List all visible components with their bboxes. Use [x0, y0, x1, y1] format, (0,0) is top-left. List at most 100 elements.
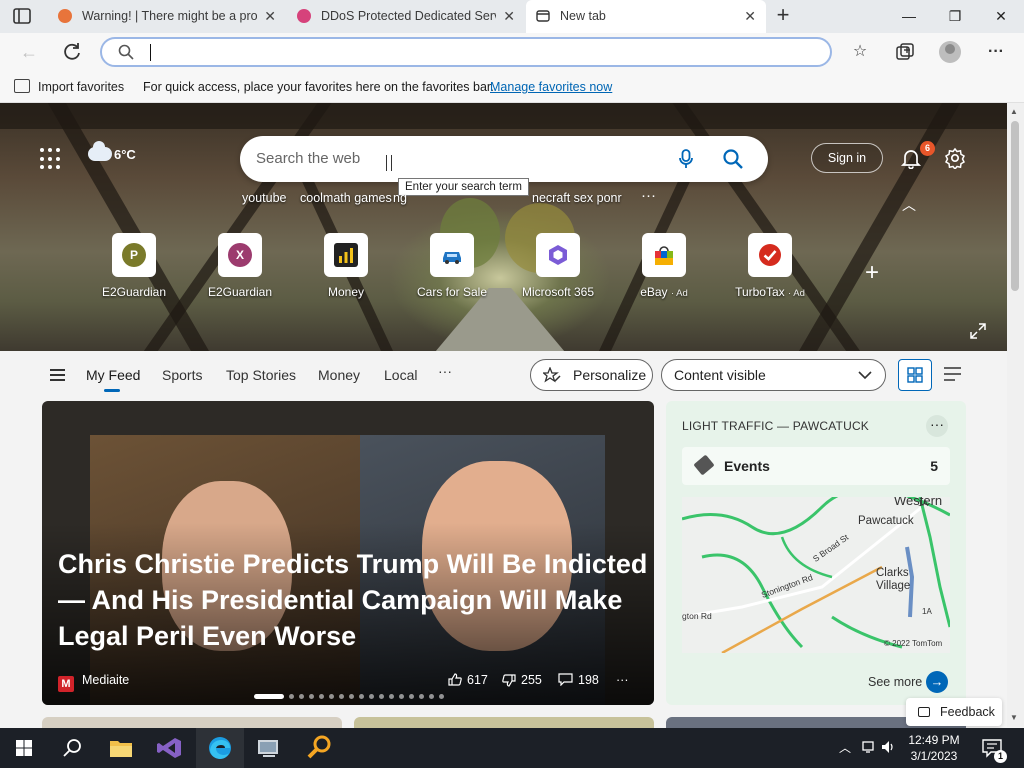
taskbar-clock[interactable]: 12:49 PM 3/1/2023 [898, 732, 970, 764]
scrollbar-thumb[interactable] [1011, 121, 1019, 291]
trending-search[interactable]: necraft sex ponr [532, 191, 622, 205]
quick-link[interactable]: Money [291, 233, 401, 303]
quick-link[interactable]: TurboTax · Ad [715, 233, 825, 303]
list-layout-button[interactable] [936, 359, 970, 391]
see-more-link[interactable]: See more [868, 675, 922, 689]
article-headline[interactable]: Chris Christie Predicts Trump Will Be In… [58, 546, 648, 654]
import-favorites-button[interactable]: Import favorites [14, 78, 124, 96]
tab-local[interactable]: Local [384, 367, 417, 383]
more-tabs-icon[interactable]: ··· [438, 363, 452, 379]
show-hidden-icons-chevron[interactable]: ︿ [839, 739, 851, 756]
taskbar-search-icon[interactable] [48, 728, 96, 768]
close-window-button[interactable]: ✕ [978, 0, 1024, 33]
traffic-card[interactable]: LIGHT TRAFFIC — PAWCATUCK ··· Events 5 W… [666, 401, 966, 705]
carousel-dot[interactable] [399, 694, 404, 699]
traffic-map[interactable]: Western Pawcatuck Clarks Village 1A 1A S… [682, 497, 950, 653]
favorites-star-icon[interactable]: ☆ [848, 40, 872, 64]
grid-layout-button[interactable] [898, 359, 932, 391]
new-tab-button[interactable]: + [772, 4, 794, 27]
trending-search[interactable]: coolmath games [300, 191, 392, 205]
tab-top-stories[interactable]: Top Stories [226, 367, 296, 383]
arrow-right-icon[interactable]: → [926, 671, 948, 693]
sign-in-button[interactable]: Sign in [811, 143, 883, 173]
search-submit-icon[interactable] [722, 148, 744, 170]
dislike-button[interactable]: 255 [502, 673, 542, 687]
tab-ddos[interactable]: DDoS Protected Dedicated Serve ✕ [287, 0, 525, 33]
address-input[interactable] [148, 42, 808, 62]
carousel-dot[interactable] [254, 694, 284, 699]
quick-link[interactable]: eBay · Ad [609, 233, 719, 303]
quick-link[interactable]: X E2Guardian [185, 233, 295, 303]
traffic-more-icon[interactable]: ··· [926, 415, 948, 437]
carousel-dot[interactable] [339, 694, 344, 699]
carousel-dot[interactable] [319, 694, 324, 699]
trending-more-icon[interactable]: ··· [641, 187, 656, 204]
carousel-dot[interactable] [289, 694, 294, 699]
carousel-dot[interactable] [429, 694, 434, 699]
app-launcher-icon[interactable] [40, 148, 62, 170]
tab-actions-icon[interactable] [12, 7, 32, 25]
carousel-dot[interactable] [359, 694, 364, 699]
tab-money[interactable]: Money [318, 367, 360, 383]
trending-search[interactable]: ng [393, 191, 407, 205]
quick-link[interactable]: Microsoft 365 [503, 233, 613, 303]
settings-gear-icon[interactable] [944, 147, 966, 169]
tab-sports[interactable]: Sports [162, 367, 202, 383]
network-icon[interactable] [862, 739, 878, 755]
close-tab-icon[interactable]: ✕ [744, 0, 756, 33]
comments-button[interactable]: 198 [558, 673, 599, 687]
carousel-dot[interactable] [419, 694, 424, 699]
collections-icon[interactable] [893, 40, 917, 64]
content-visibility-dropdown[interactable]: Content visible [661, 359, 886, 391]
quick-link[interactable]: P E2Guardian [79, 233, 189, 303]
search-tool-icon[interactable] [295, 728, 343, 768]
carousel-dot[interactable] [369, 694, 374, 699]
manage-favorites-link[interactable]: Manage favorites now [490, 78, 612, 96]
feedback-button[interactable]: Feedback [906, 698, 1002, 726]
refresh-button[interactable] [59, 39, 85, 65]
personalize-button[interactable]: Personalize [530, 359, 653, 391]
network-app-icon[interactable] [245, 728, 293, 768]
hamburger-menu-icon[interactable] [50, 369, 65, 381]
weather-widget[interactable]: 6°C [88, 141, 136, 162]
like-button[interactable]: 617 [448, 673, 488, 687]
scroll-up-icon[interactable]: ▲ [1010, 107, 1018, 116]
profile-avatar[interactable] [939, 41, 961, 63]
add-quick-link-icon[interactable]: + [865, 259, 879, 287]
article-more-icon[interactable]: ··· [616, 673, 629, 687]
web-search-box[interactable]: Search the web [240, 136, 768, 182]
carousel-dot[interactable] [439, 694, 444, 699]
carousel-dot[interactable] [389, 694, 394, 699]
back-button[interactable]: ← [16, 39, 42, 65]
expand-icon[interactable] [970, 323, 986, 339]
address-bar[interactable] [100, 37, 832, 67]
restore-button[interactable]: ❐ [932, 0, 978, 33]
carousel-dot[interactable] [379, 694, 384, 699]
collapse-chevron-icon[interactable]: ︿ [902, 195, 916, 215]
carousel-dot[interactable] [409, 694, 414, 699]
file-explorer-icon[interactable] [97, 728, 145, 768]
close-tab-icon[interactable]: ✕ [264, 0, 276, 33]
carousel-dot[interactable] [349, 694, 354, 699]
scroll-down-icon[interactable]: ▼ [1010, 713, 1018, 722]
events-row[interactable]: Events 5 [682, 447, 950, 485]
visual-studio-icon[interactable] [146, 728, 194, 768]
tab-new-tab[interactable]: New tab ✕ [526, 0, 766, 33]
page-scrollbar[interactable]: ▲ ▼ [1007, 103, 1024, 727]
quick-link[interactable]: Cars for Sale [397, 233, 507, 303]
volume-icon[interactable] [880, 739, 896, 755]
featured-article-card[interactable]: Chris Christie Predicts Trump Will Be In… [42, 401, 654, 705]
carousel-dot[interactable] [309, 694, 314, 699]
tab-my-feed[interactable]: My Feed [86, 367, 140, 392]
minimize-button[interactable]: — [886, 0, 932, 33]
notifications-bell-icon[interactable] [900, 147, 922, 169]
trending-search[interactable]: youtube [242, 191, 286, 205]
article-source[interactable]: M Mediaite [58, 673, 129, 692]
microphone-icon[interactable] [678, 149, 694, 169]
carousel-dot[interactable] [299, 694, 304, 699]
carousel-dot[interactable] [329, 694, 334, 699]
microsoft-edge-icon[interactable] [196, 728, 244, 768]
windows-start-icon[interactable] [0, 728, 48, 768]
tab-warning[interactable]: Warning! | There might be a prob ✕ [48, 0, 286, 33]
close-tab-icon[interactable]: ✕ [503, 0, 515, 33]
